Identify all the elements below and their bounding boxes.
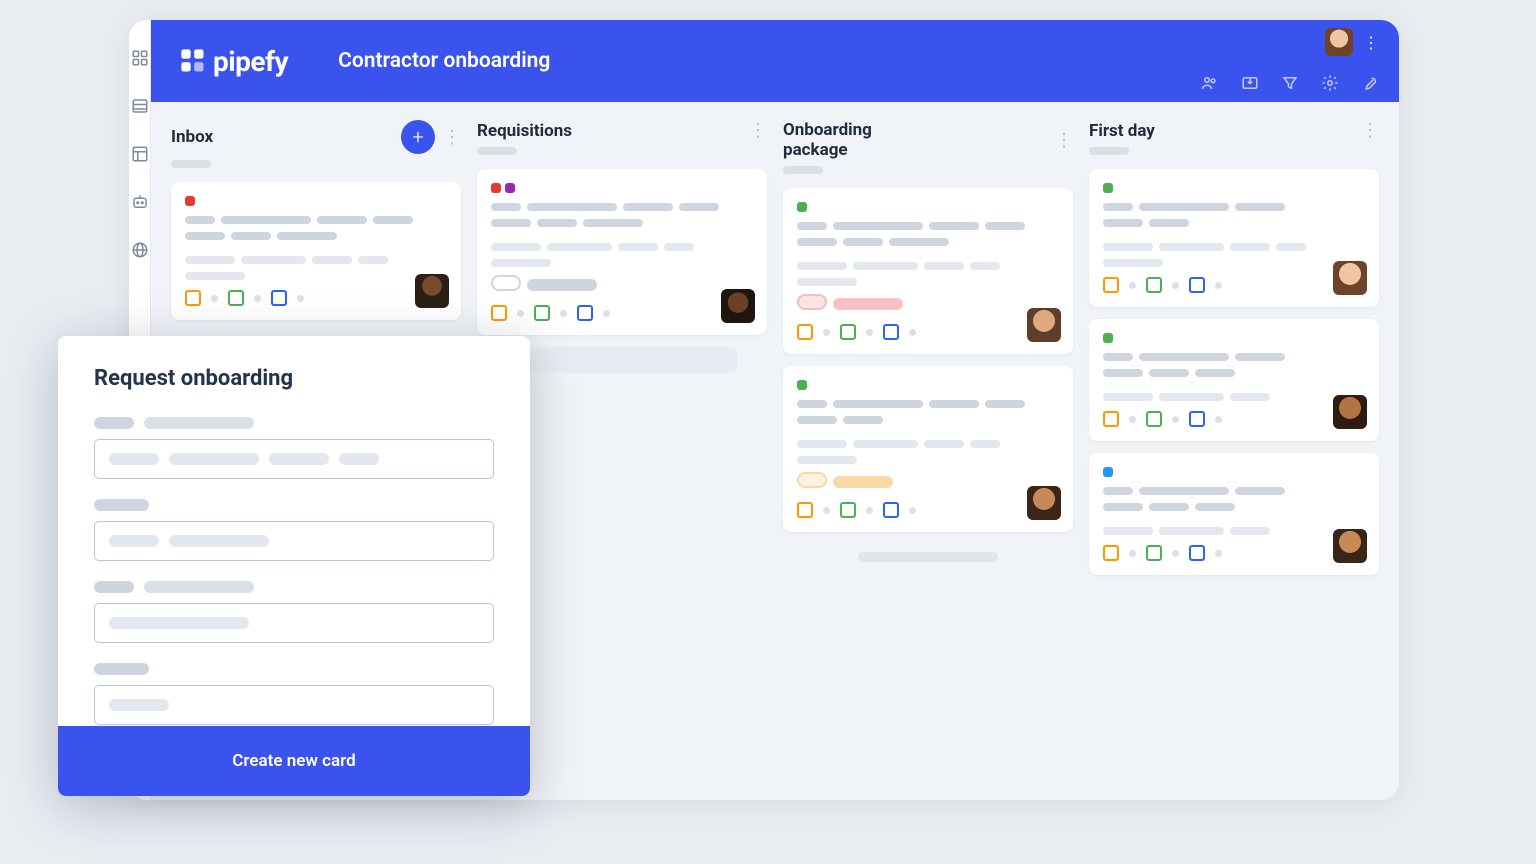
column-first-day: First day ⋮: [1089, 120, 1379, 782]
form-input[interactable]: [94, 603, 494, 643]
assignee-avatar[interactable]: [1027, 486, 1061, 520]
card-label-green: [1103, 183, 1113, 193]
column-subtitle-placeholder: [783, 166, 823, 174]
column-menu-icon[interactable]: ⋮: [443, 127, 461, 148]
globe-icon[interactable]: [130, 240, 150, 260]
assignee-avatar[interactable]: [1333, 395, 1367, 429]
clock-icon: [797, 324, 813, 340]
apps-icon[interactable]: [130, 48, 150, 68]
add-card-button[interactable]: +: [401, 120, 435, 154]
column-subtitle-placeholder: [171, 160, 211, 168]
card[interactable]: [477, 169, 767, 335]
assignee-avatar[interactable]: [721, 289, 755, 323]
check-icon: [228, 290, 244, 306]
check-icon: [1146, 545, 1162, 561]
assignee-avatar[interactable]: [1027, 308, 1061, 342]
assignee-avatar[interactable]: [415, 274, 449, 308]
form-field-label: [94, 417, 494, 429]
page-title: Contractor onboarding: [338, 49, 550, 73]
column-subtitle-placeholder: [1089, 147, 1129, 155]
column-menu-icon[interactable]: ⋮: [749, 120, 767, 141]
sync-icon: [1189, 277, 1205, 293]
clock-icon: [1103, 277, 1119, 293]
form-input[interactable]: [94, 521, 494, 561]
database-icon[interactable]: [130, 96, 150, 116]
card-label-red: [491, 183, 501, 193]
sync-icon: [577, 305, 593, 321]
submit-label: Create new card: [232, 751, 355, 771]
brand-logo[interactable]: pipefy: [179, 45, 288, 78]
check-icon: [1146, 411, 1162, 427]
card-label-green: [797, 380, 807, 390]
check-icon: [534, 305, 550, 321]
card[interactable]: [783, 188, 1073, 354]
sync-icon: [1189, 545, 1205, 561]
card[interactable]: [783, 366, 1073, 532]
modal-submit-button[interactable]: Create new card: [58, 726, 530, 796]
form-field-label: [94, 581, 494, 593]
card[interactable]: [1089, 319, 1379, 441]
form-input[interactable]: [94, 685, 494, 725]
column-title: Inbox: [171, 127, 401, 147]
load-more-indicator: [858, 552, 998, 562]
assignee-avatar[interactable]: [1333, 529, 1367, 563]
layout-icon[interactable]: [130, 144, 150, 164]
settings-icon[interactable]: [1321, 74, 1339, 92]
column-menu-icon[interactable]: ⋮: [1055, 130, 1073, 151]
card-label-red: [185, 196, 195, 206]
form-field-label: [94, 499, 494, 511]
sync-icon: [883, 324, 899, 340]
column-title: Onboarding package: [783, 120, 919, 160]
clock-icon: [1103, 411, 1119, 427]
form-field-label: [94, 663, 494, 675]
card-label-blue: [1103, 467, 1113, 477]
wrench-icon[interactable]: [1361, 74, 1379, 92]
request-onboarding-modal: Request onboarding Cre: [58, 336, 530, 796]
column-onboarding-package: Onboarding package ⋮: [783, 120, 1073, 782]
check-icon: [840, 502, 856, 518]
column-menu-icon[interactable]: ⋮: [1361, 120, 1379, 141]
ghost-card: [507, 347, 737, 373]
clock-icon: [797, 502, 813, 518]
user-avatar[interactable]: [1325, 28, 1353, 56]
check-icon: [1146, 277, 1162, 293]
card-label-purple: [505, 183, 515, 193]
modal-title: Request onboarding: [94, 366, 494, 391]
clock-icon: [185, 290, 201, 306]
sync-icon: [883, 502, 899, 518]
form-input[interactable]: [94, 439, 494, 479]
check-icon: [840, 324, 856, 340]
assignee-avatar[interactable]: [1333, 261, 1367, 295]
inbox-in-icon[interactable]: [1241, 74, 1259, 92]
people-icon[interactable]: [1201, 74, 1219, 92]
brand-text: pipefy: [213, 45, 288, 78]
column-title: First day: [1089, 121, 1225, 141]
card-label-green: [797, 202, 807, 212]
card[interactable]: [171, 182, 461, 320]
card-label-green: [1103, 333, 1113, 343]
sync-icon: [1189, 411, 1205, 427]
sync-icon: [271, 290, 287, 306]
card[interactable]: [1089, 453, 1379, 575]
header-menu-icon[interactable]: ⋮: [1363, 33, 1379, 52]
clock-icon: [1103, 545, 1119, 561]
card[interactable]: [1089, 169, 1379, 307]
bot-icon[interactable]: [130, 192, 150, 212]
clock-icon: [491, 305, 507, 321]
filter-icon[interactable]: [1281, 74, 1299, 92]
header-bar: pipefy Contractor onboarding ⋮: [151, 20, 1399, 102]
column-subtitle-placeholder: [477, 147, 517, 155]
column-title: Requisitions: [477, 121, 613, 141]
